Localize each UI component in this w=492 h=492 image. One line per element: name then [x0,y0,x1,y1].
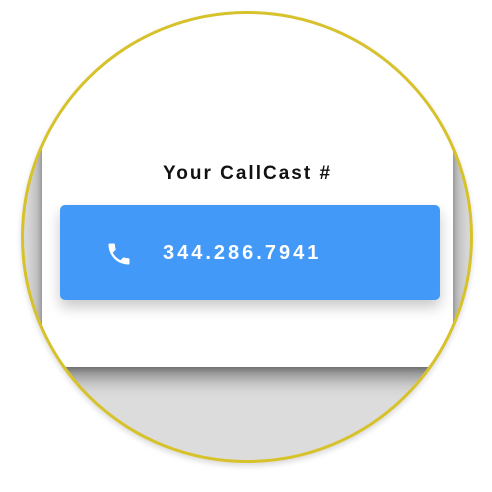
phone-icon [108,243,130,265]
phone-number: 344.286.7941 [163,242,322,264]
callcast-card: Your CallCast # 344.286.7941 [42,14,453,367]
circular-frame: Your CallCast # 344.286.7941 [21,11,473,463]
phone-number-button[interactable]: 344.286.7941 [60,205,440,300]
card-title: Your CallCast # [162,163,333,184]
callcast-badge-graphic: Your CallCast # 344.286.7941 [0,0,492,492]
